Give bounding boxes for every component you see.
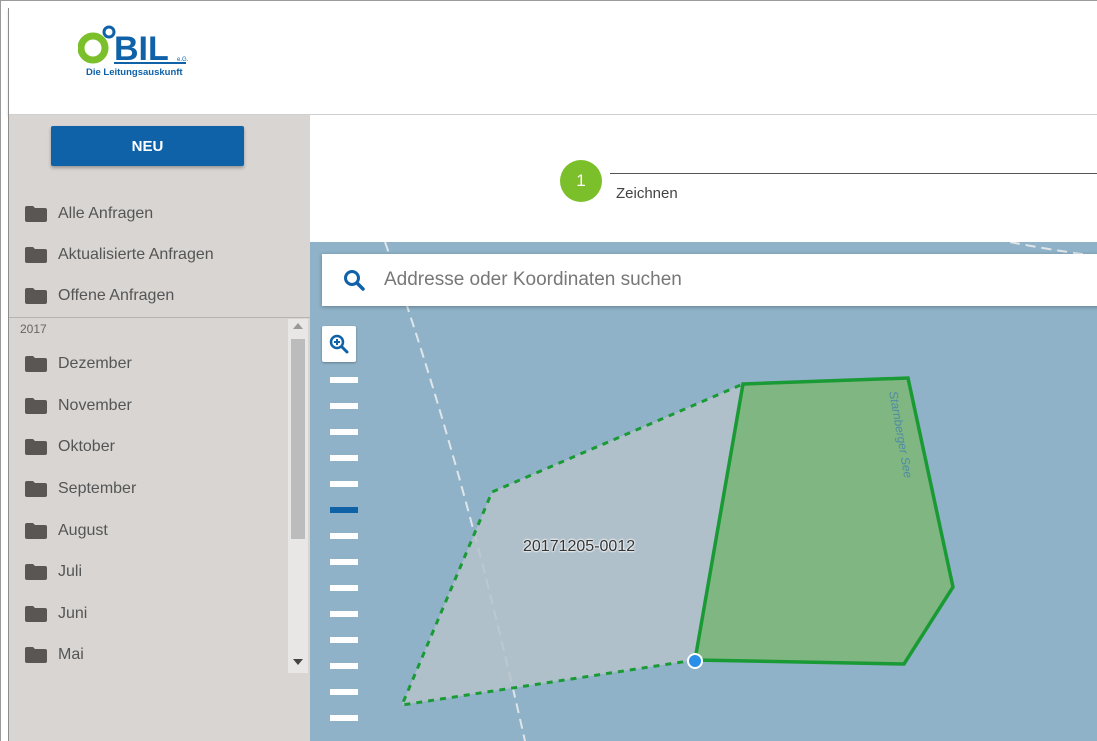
folder-icon bbox=[25, 288, 47, 304]
search-bar bbox=[322, 254, 1097, 306]
sidebar-item-month[interactable]: November bbox=[25, 392, 132, 420]
sidebar-item-month[interactable]: Oktober bbox=[25, 433, 115, 461]
month-label: August bbox=[58, 522, 108, 539]
sidebar-item-month[interactable]: Juni bbox=[25, 600, 87, 628]
folder-icon bbox=[25, 356, 47, 372]
zoom-level-tick[interactable] bbox=[330, 637, 358, 643]
zoom-level-tick[interactable] bbox=[330, 455, 358, 461]
zoom-slider[interactable] bbox=[330, 377, 360, 741]
folder-icon bbox=[25, 564, 47, 580]
folder-icon bbox=[25, 647, 47, 663]
month-label: Oktober bbox=[58, 438, 115, 455]
month-label: September bbox=[58, 480, 137, 497]
zoom-level-tick[interactable] bbox=[330, 689, 358, 695]
folder-icon bbox=[25, 247, 47, 263]
folder-icon bbox=[25, 398, 47, 414]
sidebar-item-month[interactable]: August bbox=[25, 517, 108, 545]
zoom-level-tick[interactable] bbox=[330, 533, 358, 539]
month-label: Juli bbox=[58, 563, 83, 580]
zoom-in-icon bbox=[329, 334, 349, 354]
month-label: Mai bbox=[58, 646, 84, 663]
map-canvas[interactable] bbox=[310, 242, 1097, 741]
zoom-level-tick[interactable] bbox=[330, 481, 358, 487]
zoom-level-tick[interactable] bbox=[330, 559, 358, 565]
sidebar-item-month[interactable]: Juli bbox=[25, 558, 82, 586]
sidebar-item-updated-requests[interactable]: Aktualisierte Anfragen bbox=[25, 241, 214, 269]
step-label: Zeichnen bbox=[616, 185, 678, 202]
zoom-level-tick[interactable] bbox=[330, 403, 358, 409]
folder-icon bbox=[25, 606, 47, 622]
zoom-level-tick[interactable] bbox=[330, 611, 358, 617]
sidebar-item-month[interactable]: September bbox=[25, 475, 136, 503]
zoom-level-tick[interactable] bbox=[330, 377, 358, 383]
scroll-down-arrow-icon[interactable] bbox=[293, 659, 303, 665]
map-view[interactable]: Starnberger See 20171205-0012 bbox=[310, 242, 1097, 741]
polygon-label: 20171205-0012 bbox=[523, 538, 636, 555]
sidebar-item-label: Offene Anfragen bbox=[58, 287, 175, 304]
folder-icon bbox=[25, 481, 47, 497]
month-label: Dezember bbox=[58, 355, 132, 372]
scrollbar-thumb[interactable] bbox=[291, 339, 305, 539]
scroll-up-arrow-icon[interactable] bbox=[293, 323, 303, 329]
step-indicator: 1 Zeichnen bbox=[310, 115, 1097, 242]
search-icon[interactable] bbox=[342, 268, 366, 292]
sidebar: NEU Alle Anfragen Aktualisierte Anfragen… bbox=[9, 115, 310, 741]
sidebar-item-month[interactable]: Dezember bbox=[25, 350, 132, 378]
zoom-level-tick-active[interactable] bbox=[330, 507, 358, 513]
zoom-level-tick[interactable] bbox=[330, 663, 358, 669]
new-request-button[interactable]: NEU bbox=[51, 126, 244, 166]
step-line bbox=[610, 173, 1097, 174]
sidebar-item-open-requests[interactable]: Offene Anfragen bbox=[25, 282, 174, 310]
search-input[interactable] bbox=[382, 268, 886, 292]
svg-text:Die Leitungsauskunft: Die Leitungsauskunft bbox=[86, 67, 183, 78]
folder-icon bbox=[25, 523, 47, 539]
folder-icon bbox=[25, 439, 47, 455]
folder-icon bbox=[25, 206, 47, 222]
sidebar-item-label: Aktualisierte Anfragen bbox=[58, 246, 214, 263]
sidebar-item-label: Alle Anfragen bbox=[58, 205, 154, 222]
zoom-level-tick[interactable] bbox=[330, 715, 358, 721]
sidebar-item-month[interactable]: Mai bbox=[25, 641, 84, 669]
zoom-level-tick[interactable] bbox=[330, 585, 358, 591]
zoom-in-button[interactable] bbox=[322, 326, 356, 362]
zoom-level-tick[interactable] bbox=[330, 429, 358, 435]
month-label: Juni bbox=[58, 605, 88, 622]
year-heading: 2017 bbox=[20, 322, 47, 336]
bil-logo[interactable]: BIL e.G. Die Leitungsauskunft bbox=[77, 22, 228, 92]
step-number-badge[interactable]: 1 bbox=[560, 160, 602, 202]
sidebar-scrollbar[interactable] bbox=[288, 319, 308, 673]
month-label: November bbox=[58, 397, 132, 414]
sidebar-divider bbox=[9, 317, 310, 318]
vertex-handle[interactable] bbox=[687, 653, 703, 669]
sidebar-item-all-requests[interactable]: Alle Anfragen bbox=[25, 200, 153, 228]
app-header: BIL e.G. Die Leitungsauskunft bbox=[8, 8, 1097, 115]
